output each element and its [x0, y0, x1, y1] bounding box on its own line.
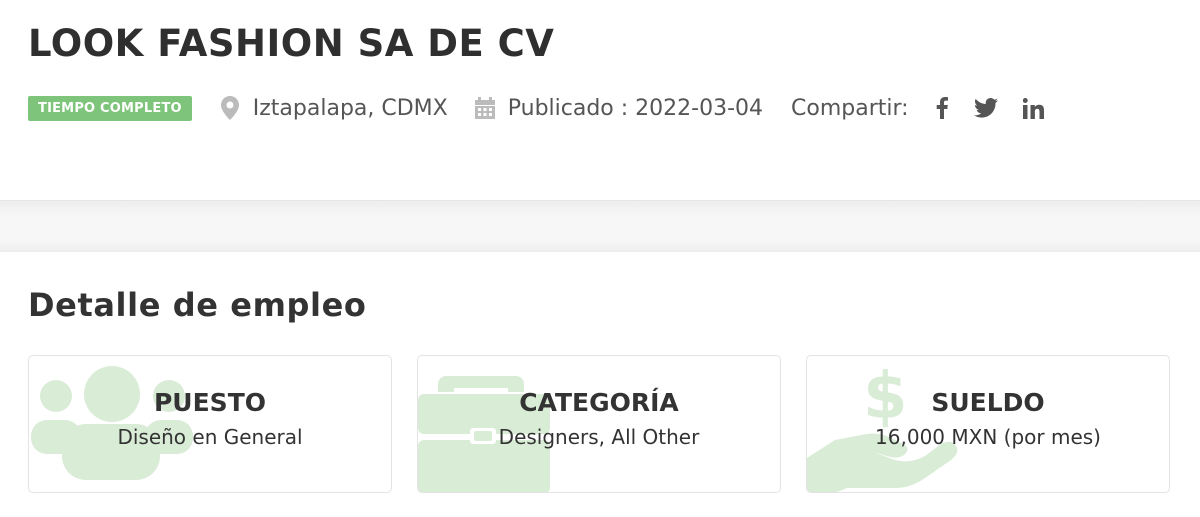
facebook-icon[interactable]	[929, 95, 955, 121]
job-type-badge: TIEMPO COMPLETO	[28, 95, 192, 121]
map-marker-icon	[219, 96, 241, 120]
job-meta-row: TIEMPO COMPLETO Iztapalapa, CDMX Publica…	[28, 92, 1047, 124]
card-value: Designers, All Other	[498, 425, 700, 449]
detail-card-categoria: CATEGORÍA Designers, All Other	[417, 355, 781, 493]
section-divider	[0, 200, 1200, 252]
card-value: Diseño en General	[117, 425, 303, 449]
publish-date: Publicado : 2022-03-04	[474, 96, 763, 121]
location: Iztapalapa, CDMX	[219, 96, 448, 121]
linkedin-icon[interactable]	[1021, 95, 1047, 121]
card-value: 16,000 MXN (por mes)	[875, 425, 1101, 449]
share-label: Compartir:	[791, 95, 909, 121]
calendar-icon	[474, 96, 496, 120]
detail-card-sueldo: $ SUELDO 16,000 MXN (por mes)	[806, 355, 1170, 493]
detail-card-puesto: PUESTO Diseño en General	[28, 355, 392, 493]
section-title: Detalle de empleo	[28, 286, 367, 324]
twitter-icon[interactable]	[973, 95, 999, 121]
publish-date-text: Publicado : 2022-03-04	[507, 95, 764, 121]
location-text: Iztapalapa, CDMX	[252, 95, 448, 121]
job-details-section: Detalle de empleo PUESTO Diseño en Gener…	[0, 252, 1200, 517]
card-label: PUESTO	[153, 388, 266, 417]
company-title: LOOK FASHION SA DE CV	[28, 22, 555, 65]
job-header: LOOK FASHION SA DE CV TIEMPO COMPLETO Iz…	[0, 0, 1200, 200]
card-label: SUELDO	[931, 388, 1045, 417]
card-label: CATEGORÍA	[519, 388, 679, 417]
